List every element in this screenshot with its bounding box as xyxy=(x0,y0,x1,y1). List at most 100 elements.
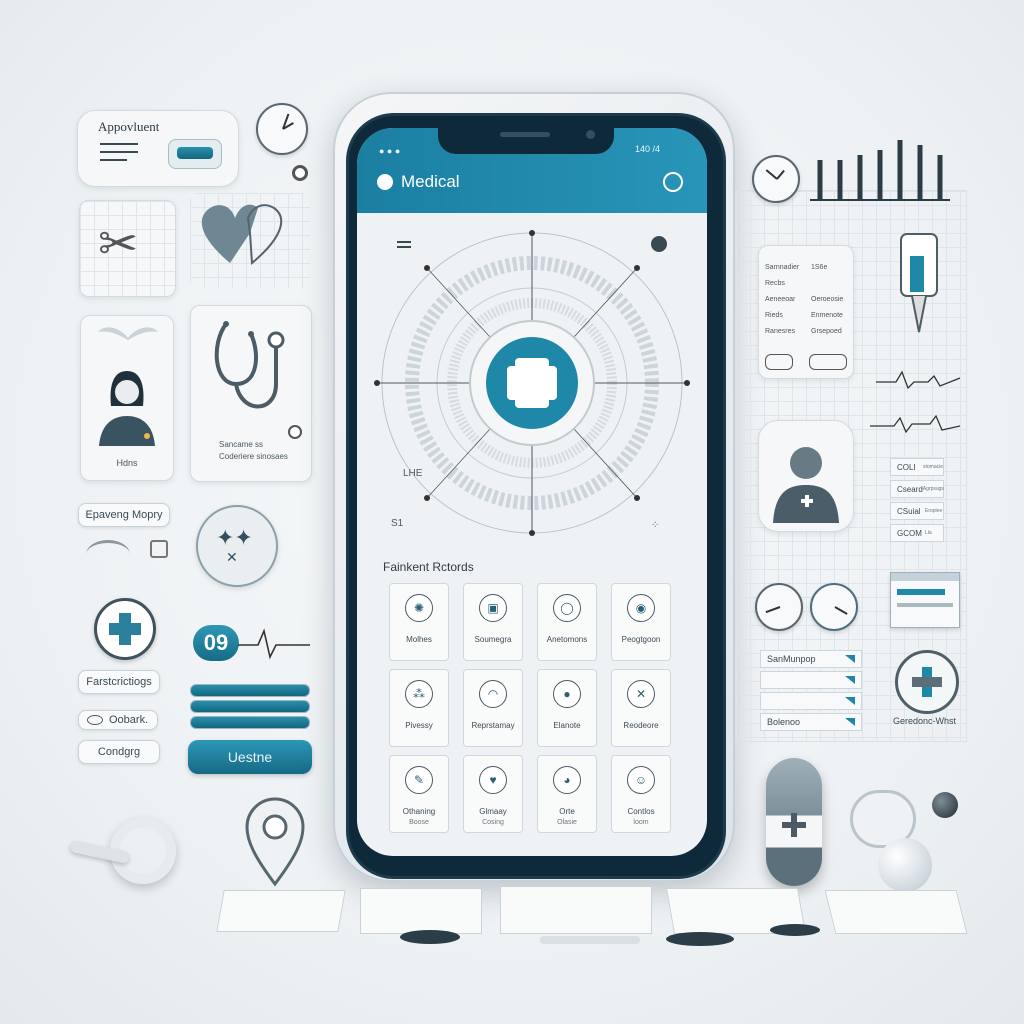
checklist-value: Lla xyxy=(925,530,932,536)
field-oobark-label: Oobark. xyxy=(109,714,149,726)
cta-button[interactable]: Uestne xyxy=(188,740,312,774)
pin-dot-icon xyxy=(288,425,302,439)
radial-hub-graphic xyxy=(374,230,690,536)
list-row[interactable] xyxy=(760,692,862,710)
progress-bar-2 xyxy=(190,700,310,713)
medical-cross-badge-icon xyxy=(94,598,156,660)
eye-icon xyxy=(87,715,103,725)
record-tile[interactable]: ✕ Reodeore xyxy=(611,669,671,747)
wifi-icon xyxy=(86,540,130,569)
record-tile-label: Reodeore xyxy=(623,721,659,730)
speaker-icon xyxy=(500,132,550,137)
dot-icon xyxy=(292,165,308,181)
record-tile-label: Contlos xyxy=(627,807,655,816)
avatar-woman-icon xyxy=(99,371,155,446)
cross-lines-icon: ✕ xyxy=(627,680,655,708)
record-tile[interactable]: ◠ Reprstamay xyxy=(463,669,523,747)
app-title: Medical xyxy=(401,172,460,191)
record-tile-label: Othaning xyxy=(402,807,436,816)
checklist-row[interactable]: CSuial Eropiee xyxy=(890,502,944,520)
list-row[interactable]: Bolenoo xyxy=(760,713,862,731)
face-icon: ◕ xyxy=(553,766,581,794)
flag-icon xyxy=(845,655,855,663)
app-logo-icon xyxy=(377,174,393,190)
stethoscope-caption-2: Coderiere sinosaes xyxy=(219,452,288,461)
doctor-card[interactable] xyxy=(758,420,854,532)
record-tile[interactable]: ▣ Soumegra xyxy=(463,583,523,661)
chat-bubble-icon: ✦✦ ✕ xyxy=(196,505,278,587)
window-card[interactable] xyxy=(890,572,960,628)
record-tile-label: Reprstamay xyxy=(471,721,515,730)
record-tile-label: Orte xyxy=(559,807,575,816)
phone-notch xyxy=(438,124,614,154)
record-tile[interactable]: ● Elanote xyxy=(537,669,597,747)
record-tile[interactable]: ☺ Contlos loom xyxy=(611,755,671,833)
checklist-row[interactable]: Cseard Agrpsugs xyxy=(890,480,944,498)
list-row-label: Bolenoo xyxy=(767,717,801,727)
record-tile[interactable]: ✺ Molhes xyxy=(389,583,449,661)
virus-icon: ✺ xyxy=(405,594,433,622)
record-tile[interactable]: ◕ Orte Olasie xyxy=(537,755,597,833)
record-tile[interactable]: ⁂ Pivessy xyxy=(389,669,449,747)
gauge-2-icon xyxy=(810,583,858,631)
record-tile-sublabel: loom xyxy=(633,819,649,826)
grid-dots-icon: ⁘ xyxy=(651,520,660,531)
form-row-key: Sarnnadier xyxy=(765,264,800,271)
drop-icon: ◯ xyxy=(553,594,581,622)
checklist-key: CSuial xyxy=(897,506,921,516)
form-toggle-right[interactable] xyxy=(809,354,847,370)
heartbeat-line-icon xyxy=(238,628,310,660)
flag-icon xyxy=(845,697,855,705)
form-row-key: Recbs xyxy=(765,280,785,287)
checklist-key: GCOM xyxy=(897,528,922,538)
profile-card[interactable]: Hdns xyxy=(80,315,174,481)
record-tile-sublabel: Boose xyxy=(409,819,429,826)
menu-lines-icon xyxy=(100,143,138,161)
header-circle-button[interactable] xyxy=(663,172,683,192)
progress-bar-3 xyxy=(190,716,310,729)
checklist-row[interactable]: GCOM Lla xyxy=(890,524,944,542)
balloon-icon: ◠ xyxy=(479,680,507,708)
stethoscope-card: Sancame ss Coderiere sinosaes xyxy=(190,305,312,482)
tag-farstcrictiogs[interactable]: Farstcrictiogs xyxy=(78,670,160,694)
record-tile-label: Soumegra xyxy=(474,635,512,644)
clock-icon xyxy=(256,103,308,155)
heart-panel xyxy=(190,193,310,288)
appointment-title: Appovluent xyxy=(98,119,160,134)
appointment-toggle-button[interactable] xyxy=(168,139,222,169)
appointment-card[interactable]: Appovluent xyxy=(77,110,239,187)
molecule-icon: ⁂ xyxy=(405,680,433,708)
hub-label-bottom-left: S1 xyxy=(391,518,404,529)
ring-icon xyxy=(150,540,168,558)
profile-caption: Hdns xyxy=(116,458,138,468)
progress-bar-1 xyxy=(190,684,310,697)
form-row-key: Ranesres xyxy=(765,328,795,335)
record-tile[interactable]: ◉ Peogtgoon xyxy=(611,583,671,661)
list-row[interactable]: SanMunpop xyxy=(760,650,862,668)
checklist-value: stomacie xyxy=(922,464,943,470)
record-tile[interactable]: ◯ Anetomons xyxy=(537,583,597,661)
checklist-key: Cseard xyxy=(897,484,923,494)
heart-icon xyxy=(201,204,283,266)
checklist-row[interactable]: COLI stomacie xyxy=(890,458,944,476)
tag-epaveng[interactable]: Epaveng Mopry xyxy=(78,503,170,527)
field-condgrg-label: Condgrg xyxy=(97,746,141,758)
form-toggle-left[interactable] xyxy=(765,354,793,370)
record-tile-label: Pivessy xyxy=(405,721,433,730)
field-oobark[interactable]: Oobark. xyxy=(78,710,158,730)
number-badge: 09 xyxy=(193,625,239,661)
field-condgrg[interactable]: Condgrg xyxy=(78,740,160,764)
cross-button-icon[interactable] xyxy=(895,650,959,714)
record-tile[interactable]: ♥ Glmaay Cosing xyxy=(463,755,523,833)
record-tile[interactable]: ✎ Othaning Boose xyxy=(389,755,449,833)
floor-documents xyxy=(40,880,980,1000)
list-row[interactable] xyxy=(760,671,862,689)
patient-form-card[interactable]: Sarnnadier 1S6e Recbs Aeneeoar Oeroeosie Ried… xyxy=(758,245,854,379)
tools-icon: ✂ xyxy=(98,218,139,271)
nurse-icon: ☺ xyxy=(627,766,655,794)
screen-icon: ▣ xyxy=(479,594,507,622)
doctor-avatar-icon xyxy=(773,447,839,523)
pill-capsule-icon xyxy=(766,758,822,886)
flag-icon xyxy=(845,676,855,684)
checklist-key: COLI xyxy=(897,462,916,472)
